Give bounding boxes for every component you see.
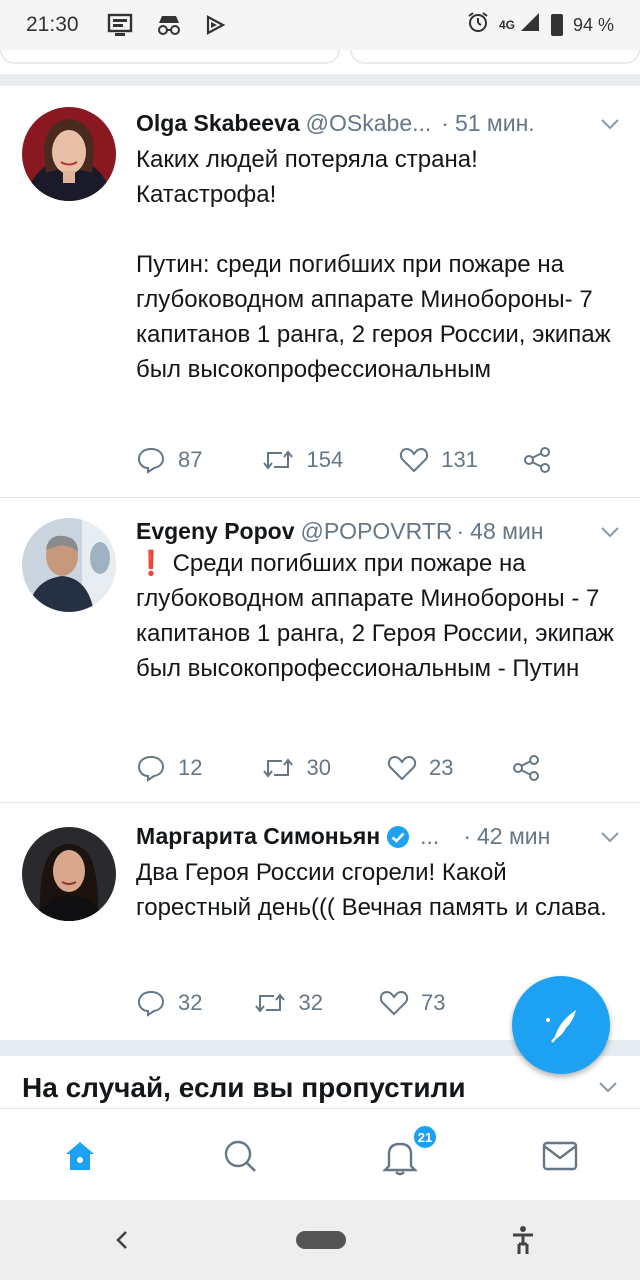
reply-icon bbox=[136, 754, 166, 782]
search-icon bbox=[221, 1137, 259, 1175]
like-count: 23 bbox=[428, 755, 454, 780]
reply-button[interactable]: 87 bbox=[136, 446, 202, 474]
separator-dot: · bbox=[463, 823, 471, 849]
incognito-icon bbox=[155, 13, 183, 37]
tab-messages[interactable] bbox=[530, 1131, 590, 1181]
tweet[interactable]: Evgeny Popov @POPOVRTR · 48 мин ❗ Среди … bbox=[0, 498, 640, 803]
avatar[interactable] bbox=[22, 827, 116, 921]
retweet-button[interactable]: 30 bbox=[262, 755, 331, 781]
retweet-count: 154 bbox=[306, 447, 344, 472]
home-icon bbox=[62, 1138, 98, 1174]
mail-icon bbox=[541, 1140, 579, 1172]
chevron-down-icon[interactable] bbox=[600, 831, 620, 843]
retweet-icon bbox=[262, 447, 294, 473]
heart-icon bbox=[387, 754, 417, 782]
avatar[interactable] bbox=[22, 518, 116, 612]
like-button[interactable]: 23 bbox=[387, 754, 453, 782]
tweet-time: 48 мин bbox=[470, 518, 544, 544]
alarm-icon bbox=[467, 11, 489, 39]
reply-button[interactable]: 32 bbox=[136, 989, 202, 1017]
remnant-card-left bbox=[0, 50, 340, 64]
tweet-header: Olga Skabeeva @OSkabe... · 51 мин. bbox=[136, 110, 620, 137]
back-chevron-icon[interactable] bbox=[110, 1226, 134, 1259]
author-name[interactable]: Evgeny Popov bbox=[136, 518, 294, 545]
retweet-icon bbox=[254, 990, 286, 1016]
tweet-body: Среди погибших при пожаре на глубоководн… bbox=[136, 550, 614, 682]
like-button[interactable]: 73 bbox=[379, 989, 445, 1017]
timeline-separator bbox=[0, 74, 640, 86]
chevron-down-icon[interactable] bbox=[598, 1080, 618, 1098]
status-time: 21:30 bbox=[26, 13, 79, 36]
reply-count: 32 bbox=[178, 990, 203, 1015]
retweet-count: 30 bbox=[306, 755, 331, 780]
tweet-text: Два Героя России сгорели! Какой горестны… bbox=[136, 859, 607, 921]
retweet-count: 32 bbox=[298, 990, 323, 1015]
author-handle[interactable]: @OSkabe... bbox=[306, 110, 432, 137]
tweet-text: ❗ Среди погибших при пожаре на глубоково… bbox=[136, 546, 616, 686]
separator-dot: · bbox=[441, 110, 449, 136]
battery-percent: 94 % bbox=[572, 14, 614, 35]
tweet-actions: 12 30 23 bbox=[136, 754, 541, 782]
tweet-text: Каких людей потеряла страна! Катастрофа!… bbox=[136, 146, 611, 383]
tab-home[interactable] bbox=[50, 1131, 110, 1181]
tweet[interactable]: Olga Skabeeva @OSkabe... · 51 мин. Каких… bbox=[0, 86, 640, 498]
reply-count: 12 bbox=[178, 755, 203, 780]
share-icon bbox=[511, 754, 541, 782]
chevron-down-icon[interactable] bbox=[600, 526, 620, 538]
signal-icon bbox=[519, 11, 541, 39]
retweet-icon bbox=[262, 755, 294, 781]
bottom-tab-bar bbox=[0, 1108, 640, 1200]
reply-count: 87 bbox=[178, 447, 203, 472]
share-button[interactable] bbox=[511, 754, 541, 782]
reply-icon bbox=[136, 989, 166, 1017]
tweet-time: 51 мин. bbox=[454, 110, 535, 136]
verified-badge-icon bbox=[386, 825, 410, 849]
tweet-header: Маргарита Симоньян ... · 42 мин bbox=[136, 823, 620, 850]
retweet-button[interactable]: 32 bbox=[254, 990, 323, 1016]
notification-badge: 21 bbox=[412, 1124, 438, 1150]
compose-feather-icon bbox=[538, 1002, 584, 1048]
heart-icon bbox=[379, 989, 409, 1017]
reply-icon bbox=[136, 446, 166, 474]
separator-dot: · bbox=[456, 518, 465, 544]
home-pill-button[interactable] bbox=[296, 1231, 346, 1249]
tweet-actions: 32 32 73 bbox=[136, 989, 445, 1017]
like-button[interactable]: 131 bbox=[399, 446, 478, 474]
network-label: 4G bbox=[498, 18, 515, 32]
section-title: На случай, если вы пропустили bbox=[22, 1072, 466, 1103]
retweet-button[interactable]: 154 bbox=[262, 447, 343, 473]
system-navigation-bar bbox=[0, 1200, 640, 1280]
tweet-header: Evgeny Popov @POPOVRTR · 48 мин bbox=[136, 518, 620, 545]
author-handle[interactable]: ... bbox=[420, 823, 439, 850]
status-bar: 21:30 4G 94 % bbox=[0, 0, 640, 50]
avatar[interactable] bbox=[22, 107, 116, 201]
accessibility-icon[interactable] bbox=[508, 1224, 538, 1261]
like-count: 73 bbox=[420, 990, 446, 1015]
battery-icon bbox=[550, 14, 563, 36]
screenshot-icon bbox=[107, 13, 133, 37]
author-name[interactable]: Маргарита Симоньян bbox=[136, 823, 380, 850]
tweet-time: 42 мин bbox=[476, 823, 551, 849]
heart-icon bbox=[399, 446, 429, 474]
author-handle[interactable]: @POPOVRTR bbox=[300, 518, 452, 545]
tab-search[interactable] bbox=[210, 1131, 270, 1181]
share-icon bbox=[522, 446, 552, 474]
compose-tweet-button[interactable] bbox=[512, 976, 610, 1074]
share-button[interactable] bbox=[522, 446, 552, 474]
remnant-card-right bbox=[350, 50, 640, 64]
exclamation-icon: ❗ bbox=[136, 550, 166, 577]
author-name[interactable]: Olga Skabeeva bbox=[136, 110, 300, 137]
chevron-down-icon[interactable] bbox=[600, 118, 620, 130]
tweet-actions: 87 154 131 bbox=[136, 446, 552, 474]
reply-button[interactable]: 12 bbox=[136, 754, 202, 782]
cast-icon bbox=[205, 14, 227, 36]
like-count: 131 bbox=[441, 447, 478, 472]
